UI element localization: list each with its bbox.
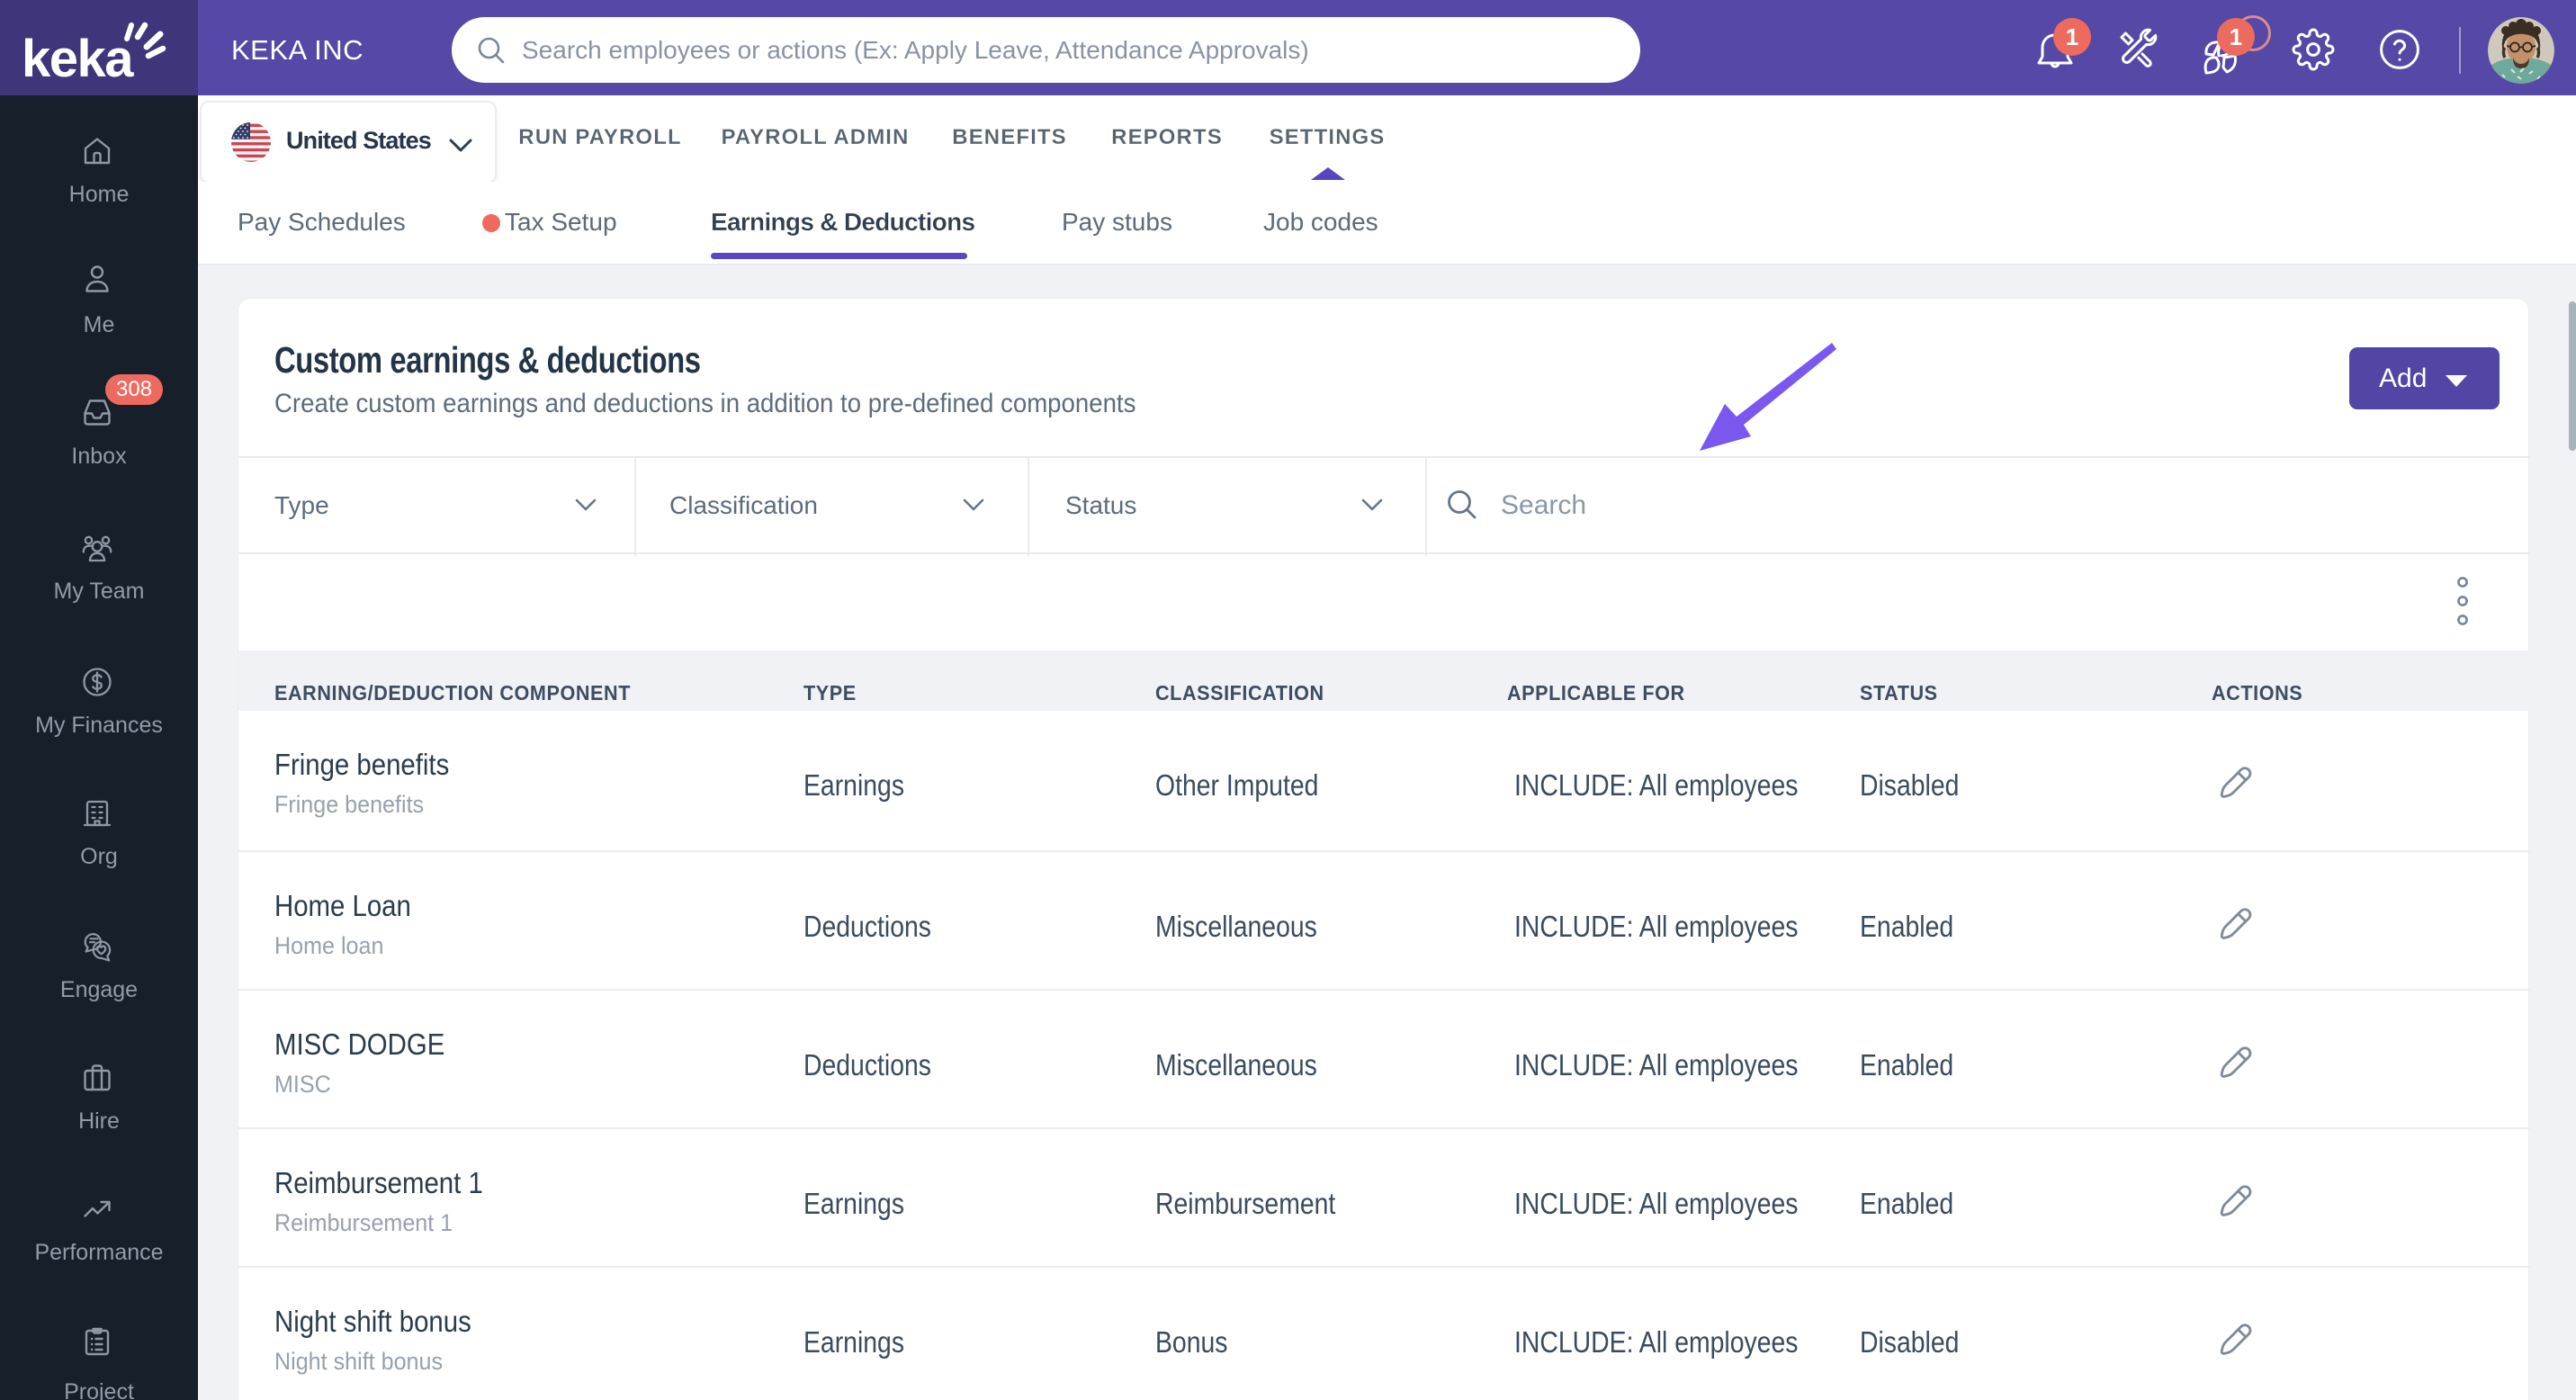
svg-text:keka: keka: [22, 30, 134, 88]
